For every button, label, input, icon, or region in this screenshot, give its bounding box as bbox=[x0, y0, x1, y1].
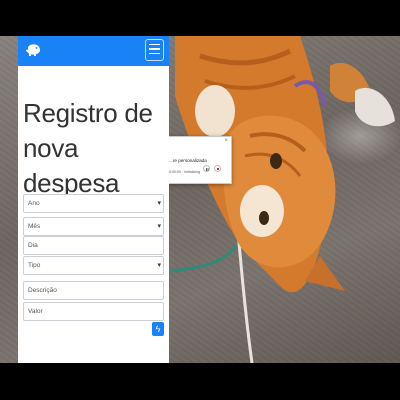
pause-icon[interactable] bbox=[203, 165, 210, 172]
ano-select-label: Ano bbox=[28, 200, 40, 207]
bolt-icon: ϟ bbox=[155, 324, 161, 334]
mes-select[interactable]: Mês ▾ bbox=[23, 217, 164, 236]
page-title: Registro de nova despesa bbox=[23, 98, 153, 198]
descricao-input-placeholder: Descrição bbox=[28, 287, 57, 294]
chevron-down-icon: ▾ bbox=[157, 200, 161, 207]
descricao-input[interactable]: Descrição bbox=[23, 281, 164, 300]
piggy-bank-icon[interactable] bbox=[25, 43, 41, 57]
dia-input[interactable]: Dia bbox=[23, 236, 164, 255]
navbar bbox=[18, 36, 169, 66]
submit-button[interactable]: ϟ bbox=[152, 322, 164, 336]
mes-select-label: Mês bbox=[28, 223, 41, 230]
tipo-select-label: Tipo bbox=[28, 262, 41, 269]
hamburger-icon[interactable] bbox=[145, 39, 164, 61]
dia-input-placeholder: Dia bbox=[28, 242, 38, 249]
recording-dialog: × ...re personalizada 0:00:00 · Initiali… bbox=[166, 136, 232, 184]
stop-icon[interactable] bbox=[214, 165, 221, 172]
tipo-select[interactable]: Tipo ▾ bbox=[23, 256, 164, 275]
recording-status: 0:00:00 · Initializing bbox=[169, 170, 200, 174]
chevron-down-icon: ▾ bbox=[157, 223, 161, 230]
ano-select[interactable]: Ano ▾ bbox=[23, 194, 164, 213]
recording-name: ...re personalizada bbox=[169, 158, 207, 163]
chevron-down-icon: ▾ bbox=[157, 262, 161, 269]
screen: × ...re personalizada 0:00:00 · Initiali… bbox=[0, 36, 400, 363]
valor-input-placeholder: Valor bbox=[28, 308, 43, 315]
dialog-close-icon[interactable]: × bbox=[224, 138, 228, 144]
expense-app: Registro de nova despesa Ano ▾ Mês ▾ Dia… bbox=[18, 36, 169, 363]
valor-input[interactable]: Valor bbox=[23, 302, 164, 321]
